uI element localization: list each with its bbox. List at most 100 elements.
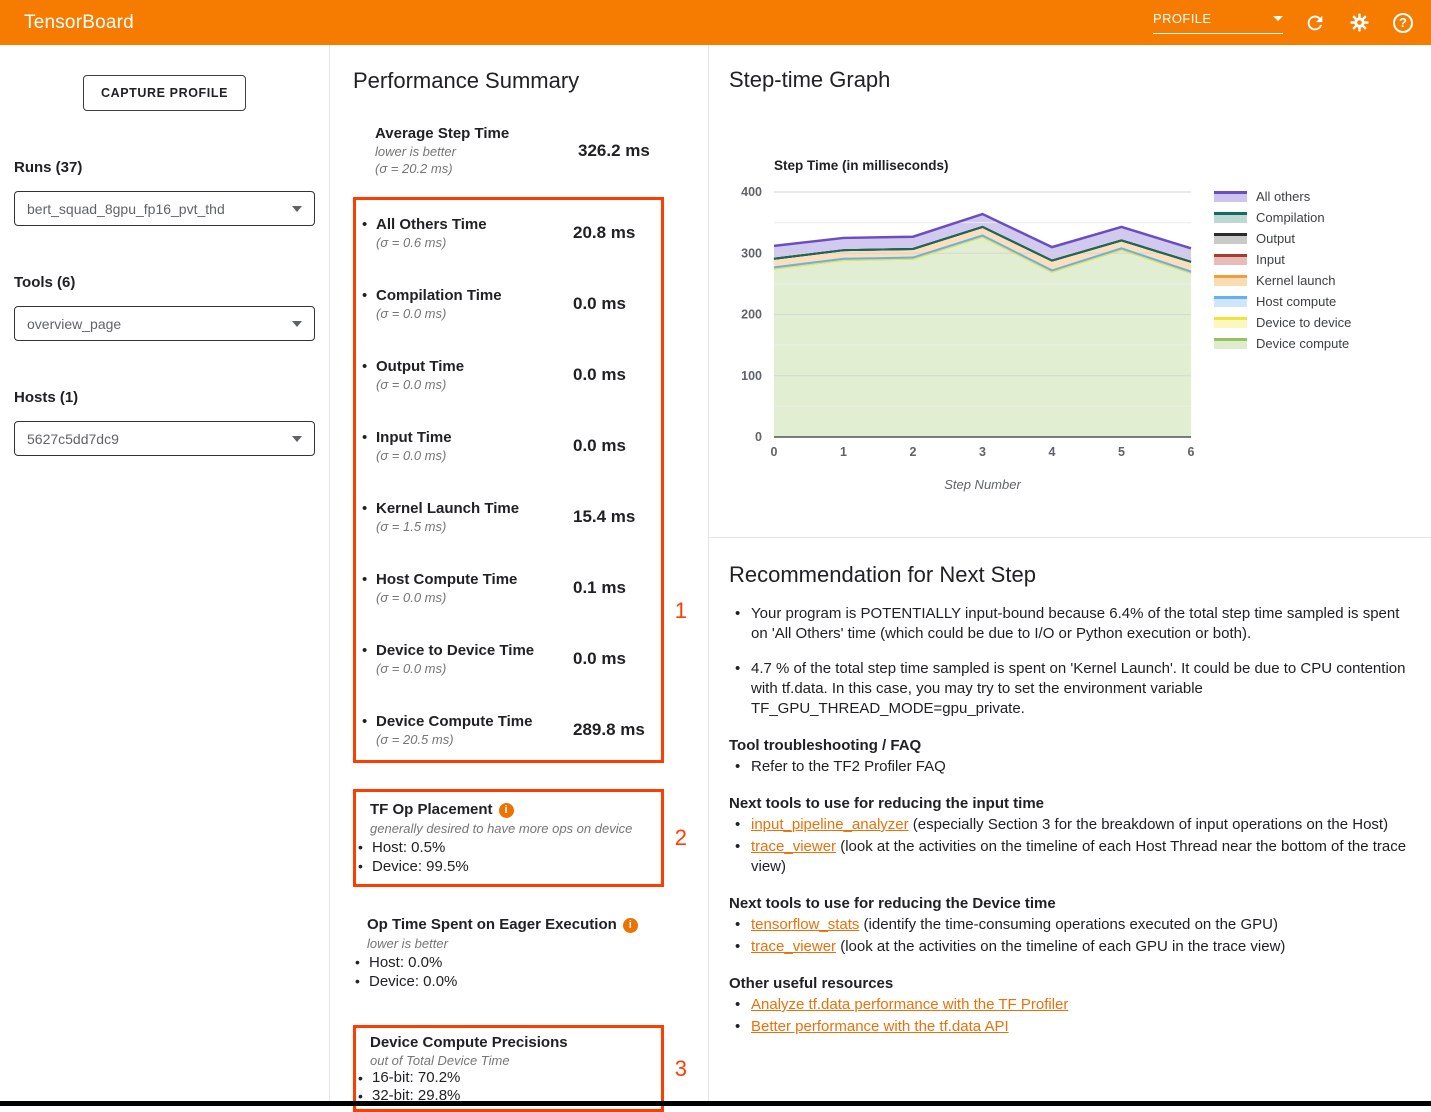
tensorflow-stats-link[interactable]: tensorflow_stats [751,916,859,933]
list-item: Host: 0.5% [356,838,659,857]
device-tools-heading: Next tools to use for reducing the Devic… [729,895,1411,912]
svg-text:6: 6 [1188,445,1195,459]
legend-label: Kernel launch [1256,273,1336,288]
dashboard-selector-dropdown[interactable]: PROFILE [1153,11,1283,34]
svg-text:200: 200 [741,308,762,322]
legend-item: Output [1214,232,1351,244]
step-time-graph-card: Step-time Graph 01002003004000123456Step… [709,45,1431,537]
legend-swatch [1214,338,1247,349]
annotation-1: 1 [675,598,687,624]
svg-text:Step Time (in milliseconds): Step Time (in milliseconds) [774,158,949,173]
legend-label: Device to device [1256,315,1351,330]
device-compute-precisions-box: 3 Device Compute Precisions out of Total… [353,1025,664,1112]
metric-sigma: (σ = 0.6 ms) [376,234,487,251]
help-button[interactable]: ? [1391,11,1415,35]
svg-text:5: 5 [1118,445,1125,459]
legend-item: Device compute [1214,337,1351,349]
legend-label: Compilation [1256,210,1325,225]
metric-row: Device to Device Time(σ = 0.0 ms) 0.0 ms [364,641,659,677]
legend-item: Kernel launch [1214,274,1351,286]
chevron-down-icon [292,436,302,442]
app-header: TensorBoard PROFILE [0,0,1431,45]
performance-summary-panel: Performance Summary Average Step Time lo… [331,45,707,1106]
info-icon[interactable]: i [623,918,638,933]
metric-label: Device Compute Time [376,712,532,731]
list-item: input_pipeline_analyzer (especially Sect… [729,815,1411,835]
gear-icon [1348,11,1371,34]
metric-value: 0.0 ms [573,649,659,669]
legend-label: Device compute [1256,336,1349,351]
annotation-2: 2 [675,825,687,851]
metric-row: Kernel Launch Time(σ = 1.5 ms) 15.4 ms [364,499,659,535]
metric-label: Device to Device Time [376,641,534,660]
help-icon: ? [1393,13,1413,33]
svg-text:300: 300 [741,246,762,260]
input-pipeline-analyzer-link[interactable]: input_pipeline_analyzer [751,816,909,833]
settings-button[interactable] [1347,11,1371,35]
runs-selected-value: bert_squad_8gpu_fp16_pvt_thd [27,201,225,217]
metric-row: Compilation Time(σ = 0.0 ms) 0.0 ms [364,286,659,322]
metric-row: Device Compute Time(σ = 20.5 ms) 289.8 m… [364,712,659,748]
hosts-selected-value: 5627c5dd7dc9 [27,431,119,447]
svg-text:0: 0 [755,430,762,444]
metric-value: 20.8 ms [573,223,659,243]
runs-label: Runs (37) [14,159,315,176]
svg-text:Step Number: Step Number [944,477,1021,492]
app-title: TensorBoard [24,12,134,34]
step-time-graph-title: Step-time Graph [729,67,1431,93]
recommendation-bullet: 4.7 % of the total step time sampled is … [729,659,1411,719]
svg-text:100: 100 [741,369,762,383]
capture-profile-button[interactable]: CAPTURE PROFILE [83,75,246,111]
list-item: tensorflow_stats (identify the time-cons… [729,915,1411,935]
svg-text:4: 4 [1049,445,1056,459]
tfdata-api-link[interactable]: Better performance with the tf.data API [751,1018,1009,1035]
legend-label: Input [1256,252,1285,267]
main-panel: Step-time Graph 01002003004000123456Step… [708,45,1431,1106]
legend-swatch [1214,233,1247,244]
legend-label: Output [1256,231,1295,246]
list-item: Analyze tf.data performance with the TF … [729,995,1411,1015]
svg-text:1: 1 [840,445,847,459]
list-item-text: (identify the time-consuming operations … [859,916,1278,933]
tfdata-profiler-link[interactable]: Analyze tf.data performance with the TF … [751,996,1068,1013]
metric-note: lower is better [375,143,509,160]
svg-text:2: 2 [910,445,917,459]
dashboard-selector-label: PROFILE [1153,11,1211,26]
chevron-down-icon [292,321,302,327]
legend-item: Compilation [1214,211,1351,223]
legend-swatch [1214,296,1247,307]
refresh-button[interactable] [1303,11,1327,35]
metric-label: Output Time [376,357,464,376]
info-icon[interactable]: i [499,803,514,818]
resources-heading: Other useful resources [729,975,1411,992]
tools-select[interactable]: overview_page [14,306,315,341]
metric-label: All Others Time [376,215,487,234]
chart-legend: All othersCompilationOutputInputKernel l… [1214,190,1351,349]
metric-sigma: (σ = 0.0 ms) [376,660,534,677]
metric-value: 15.4 ms [573,507,659,527]
list-item: Better performance with the tf.data API [729,1017,1411,1037]
chevron-down-icon [292,206,302,212]
svg-text:3: 3 [979,445,986,459]
eager-note: lower is better [367,935,664,953]
bottom-window-edge [0,1101,1431,1106]
list-item: trace_viewer (look at the activities on … [729,937,1411,957]
eager-execution-section: Op Time Spent on Eager Execution i lower… [353,915,664,991]
tools-label: Tools (6) [14,274,315,291]
runs-select[interactable]: bert_squad_8gpu_fp16_pvt_thd [14,191,315,226]
legend-swatch [1214,212,1247,223]
metric-sigma: (σ = 0.0 ms) [376,589,517,606]
legend-item: Input [1214,253,1351,265]
step-time-chart-svg: 01002003004000123456Step Time (in millis… [724,158,1244,493]
list-item: trace_viewer (look at the activities on … [729,837,1411,877]
tools-selected-value: overview_page [27,316,121,332]
legend-swatch [1214,191,1247,202]
list-item-text: (especially Section 3 for the breakdown … [909,816,1388,833]
list-item-text: (look at the activities on the timeline … [751,838,1406,875]
trace-viewer-link[interactable]: trace_viewer [751,838,836,855]
faq-heading: Tool troubleshooting / FAQ [729,737,1411,754]
trace-viewer-link[interactable]: trace_viewer [751,938,836,955]
metric-label: Host Compute Time [376,570,517,589]
hosts-select[interactable]: 5627c5dd7dc9 [14,421,315,456]
metric-label: Average Step Time [375,124,509,143]
